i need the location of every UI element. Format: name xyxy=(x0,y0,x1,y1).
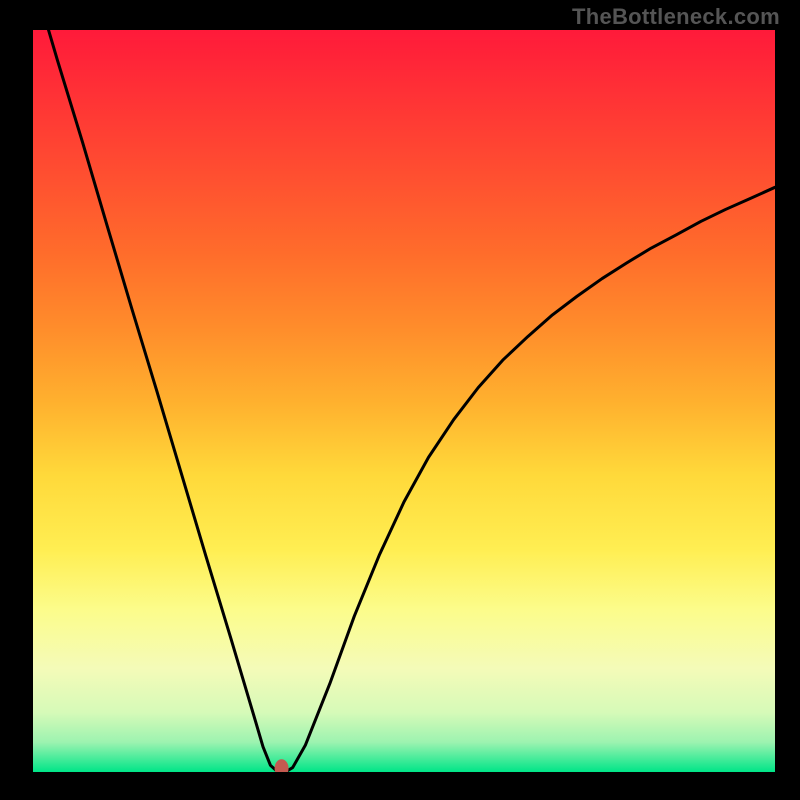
chart-frame: TheBottleneck.com xyxy=(0,0,800,800)
gradient-background xyxy=(33,30,775,772)
plot-area xyxy=(33,30,775,772)
watermark-text: TheBottleneck.com xyxy=(572,4,780,30)
chart-svg xyxy=(33,30,775,772)
